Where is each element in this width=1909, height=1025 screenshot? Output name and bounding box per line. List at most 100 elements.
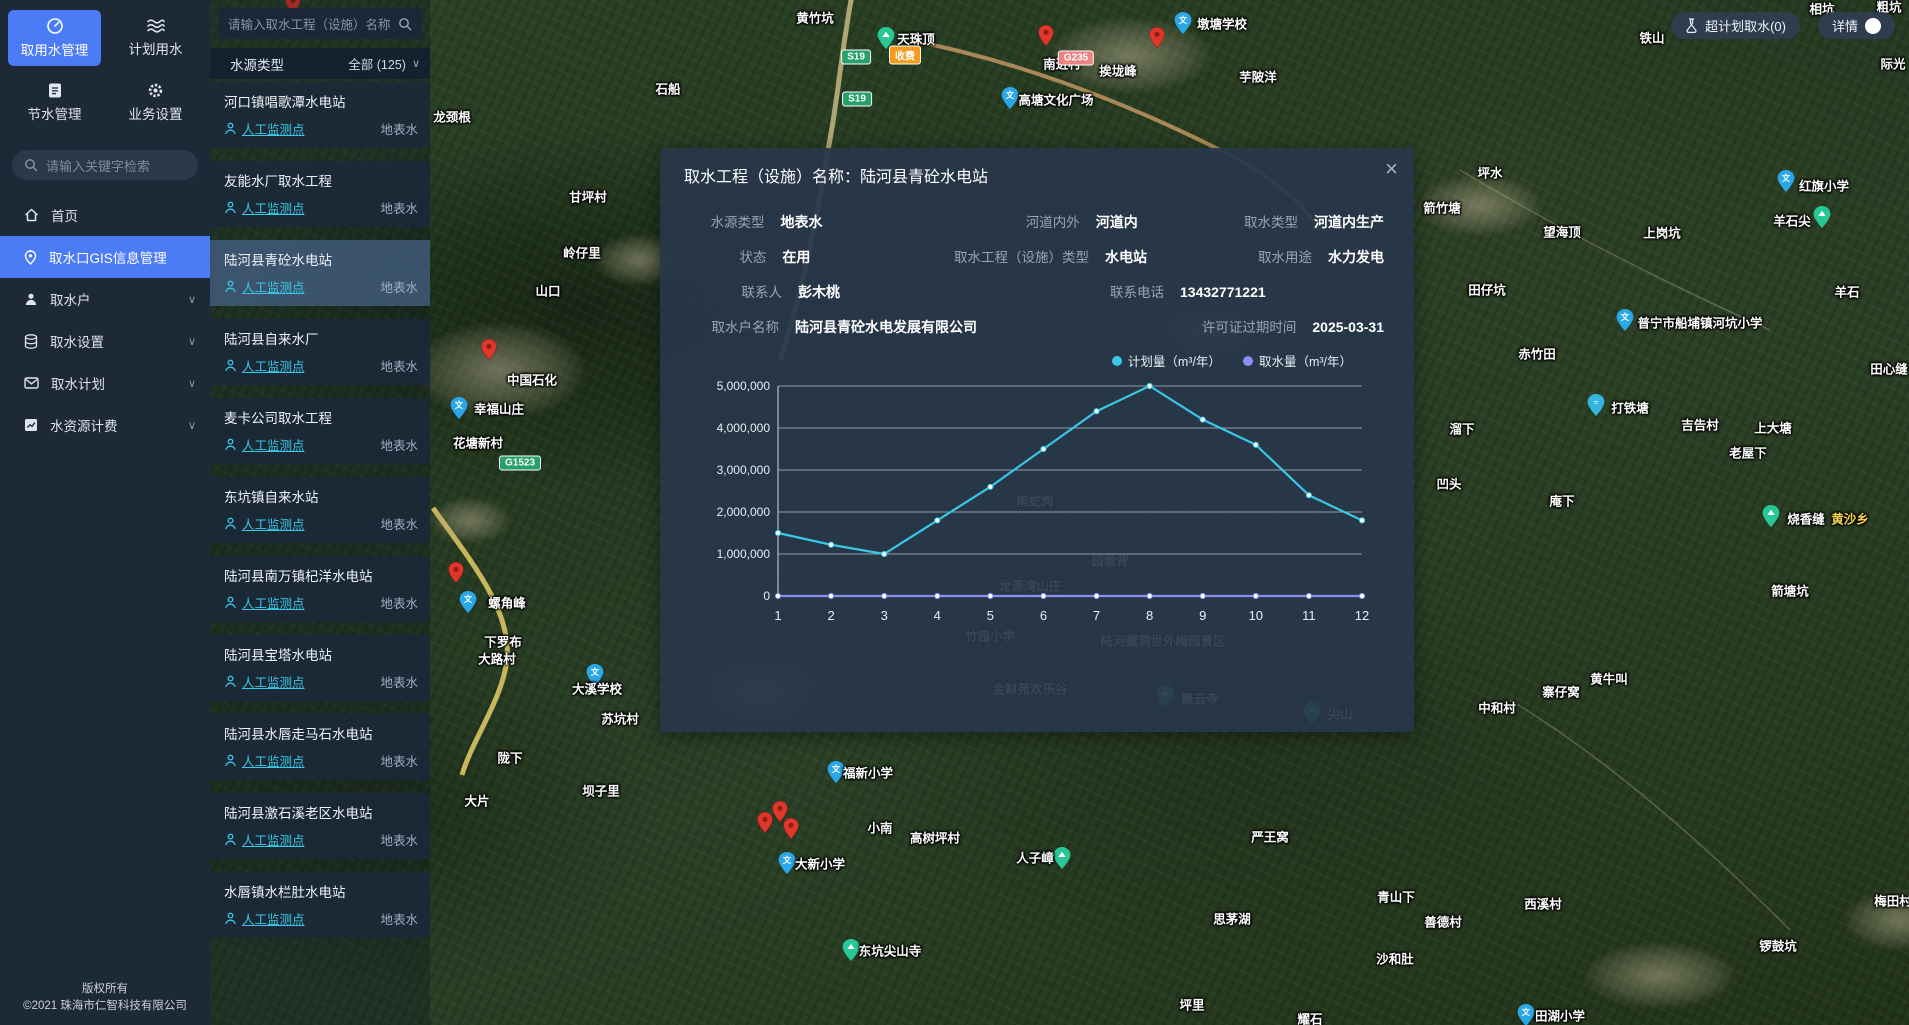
map-pin-mount[interactable] <box>843 939 860 966</box>
sidebar-item-5[interactable]: 取水计划∨ <box>0 362 210 404</box>
map-label: 螺角峰 <box>488 593 526 612</box>
map-pin-school[interactable]: 文 <box>828 761 845 788</box>
map-pin-school[interactable]: 文 <box>1175 12 1192 39</box>
station-list-item[interactable]: 水唇镇水栏肚水电站人工监测点地表水 <box>210 872 430 938</box>
over-plan-alert-button[interactable]: 超计划取水(0) <box>1671 12 1800 39</box>
monitor-type-link[interactable]: 人工监测点 <box>224 198 305 217</box>
station-name: 水唇镇水栏肚水电站 <box>224 881 418 901</box>
water-source-type: 地表水 <box>380 514 418 533</box>
sidebar-item-2[interactable]: 取水口GIS信息管理 <box>0 236 210 278</box>
field-label: 取水户名称 <box>690 316 779 336</box>
close-icon[interactable]: × <box>1385 158 1398 180</box>
station-list-item[interactable]: 友能水厂取水工程人工监测点地表水 <box>210 161 430 227</box>
monitor-type-link[interactable]: 人工监测点 <box>224 909 305 928</box>
map-pin-mount[interactable] <box>1814 206 1831 233</box>
map-label: 严王窝 <box>1251 827 1289 846</box>
map-pin-mount[interactable] <box>1763 505 1780 532</box>
map-pin-school[interactable]: 文 <box>460 591 477 618</box>
monitor-type-link[interactable]: 人工监测点 <box>224 277 305 296</box>
map-label: 龙颈根 <box>433 107 471 126</box>
svg-text:1,000,000: 1,000,000 <box>717 547 771 561</box>
topbar-controls: 超计划取水(0) 详情 <box>1671 12 1895 39</box>
monitor-type-link[interactable]: 人工监测点 <box>224 119 305 138</box>
station-list-item[interactable]: 陆河县宝塔水电站人工监测点地表水 <box>210 635 430 701</box>
toggle-knob[interactable] <box>1865 18 1881 34</box>
map-pin-school[interactable]: 文 <box>1518 1004 1535 1025</box>
map-pin-school[interactable]: 文 <box>451 397 468 424</box>
map-pin-mount[interactable] <box>1054 847 1071 874</box>
sidebar-item-6[interactable]: 水资源计费∨ <box>0 404 210 446</box>
map-pin-school[interactable]: 文 <box>779 852 796 879</box>
monitor-type-link[interactable]: 人工监测点 <box>224 593 305 612</box>
source-type-filter[interactable]: 水源类型 全部 (125) ∨ <box>210 48 430 79</box>
volume-line-chart: 01,000,0002,000,0003,000,0004,000,0005,0… <box>692 374 1382 632</box>
map-pin-red[interactable] <box>449 562 464 588</box>
water-source-type: 地表水 <box>380 593 418 612</box>
station-search-input[interactable]: 请输入取水工程（设施）名称 <box>218 8 422 39</box>
map-pin-red[interactable] <box>1039 25 1054 51</box>
station-list-item[interactable]: 麦卡公司取水工程人工监测点地表水 <box>210 398 430 464</box>
map-label: 福新小学 <box>843 763 893 782</box>
map-pin-red[interactable] <box>1150 27 1165 53</box>
legend-label: 取水量（m³/年） <box>1259 351 1352 370</box>
legend-item[interactable]: 计划量（m³/年） <box>1112 351 1221 370</box>
station-list-item[interactable]: 河口镇唱歌潭水电站人工监测点地表水 <box>210 82 430 148</box>
sidebar: 取用水管理计划用水节水管理业务设置 请输入关键字检索 首页取水口GIS信息管理取… <box>0 0 210 1025</box>
module-tile-2[interactable]: 计划用水 <box>109 10 202 66</box>
map-pin-red[interactable] <box>482 339 497 365</box>
module-tiles: 取用水管理计划用水节水管理业务设置 <box>0 0 210 134</box>
field-label: 取水用途 <box>1237 246 1312 266</box>
station-name: 陆河县南万镇杞洋水电站 <box>224 565 418 585</box>
doc-icon <box>47 82 63 99</box>
sidebar-item-1[interactable]: 首页 <box>0 194 210 236</box>
map-label: 田心缝 <box>1870 359 1908 378</box>
module-tile-4[interactable]: 业务设置 <box>109 74 202 130</box>
sidebar-item-label: 首页 <box>51 205 78 225</box>
monitor-type-link[interactable]: 人工监测点 <box>224 830 305 849</box>
station-list-item[interactable]: 陆河县水唇走马石水电站人工监测点地表水 <box>210 714 430 780</box>
monitor-type-link[interactable]: 人工监测点 <box>224 672 305 691</box>
module-tile-1[interactable]: 取用水管理 <box>8 10 101 66</box>
map-label: 坪水 <box>1477 163 1502 182</box>
map-pin-school[interactable]: 文 <box>1002 87 1019 114</box>
station-name: 友能水厂取水工程 <box>224 170 418 190</box>
svg-text:4,000,000: 4,000,000 <box>717 421 771 435</box>
map-label: 大溪学校 <box>572 679 622 698</box>
station-list-item[interactable]: 东坑镇自来水站人工监测点地表水 <box>210 477 430 543</box>
map-label: 青山下 <box>1377 887 1415 906</box>
monitor-type-link[interactable]: 人工监测点 <box>224 751 305 770</box>
station-list-item[interactable]: 陆河县激石溪老区水电站人工监测点地表水 <box>210 793 430 859</box>
copyright-line1: 版权所有 <box>0 981 210 998</box>
station-list-item[interactable]: 陆河县青砼水电站人工监测点地表水 <box>210 240 430 306</box>
map-label: 铁山 <box>1639 28 1664 47</box>
monitor-type-link[interactable]: 人工监测点 <box>224 514 305 533</box>
sidebar-item-3[interactable]: 取水户∨ <box>0 278 210 320</box>
field-value: 陆河县青砼水电发展有限公司 <box>795 317 1135 337</box>
monitor-type-link[interactable]: 人工监测点 <box>224 356 305 375</box>
station-name: 麦卡公司取水工程 <box>224 407 418 427</box>
legend-item[interactable]: 取水量（m³/年） <box>1243 351 1352 370</box>
monitor-type-link[interactable]: 人工监测点 <box>224 435 305 454</box>
map-pin-water[interactable]: ≈ <box>1588 394 1605 421</box>
detail-toggle[interactable]: 详情 <box>1818 12 1895 39</box>
sidebar-item-4[interactable]: 取水设置∨ <box>0 320 210 362</box>
station-list-item[interactable]: 陆河县南万镇杞洋水电站人工监测点 地表水 <box>210 556 430 622</box>
map-label: 下罗布 <box>484 632 522 651</box>
mail-icon <box>24 377 39 389</box>
person-icon <box>224 912 237 925</box>
map-pin-school[interactable]: 文 <box>1617 309 1634 336</box>
module-tile-3[interactable]: 节水管理 <box>8 74 101 130</box>
search-icon <box>24 158 38 172</box>
map-pin-red[interactable] <box>784 818 799 844</box>
chevron-down-icon: ∨ <box>188 419 196 432</box>
station-list-item[interactable]: 陆河县自来水厂人工监测点地表水 <box>210 319 430 385</box>
svg-text:文: 文 <box>1006 90 1015 100</box>
field-label: 状态 <box>690 246 766 266</box>
map-label: 烧香缝 <box>1787 509 1825 528</box>
map-pin-school[interactable]: 文 <box>1778 170 1795 197</box>
map-pin-red[interactable] <box>758 812 773 838</box>
sidebar-search-input[interactable]: 请输入关键字检索 <box>12 150 198 180</box>
svg-text:10: 10 <box>1249 608 1263 623</box>
map-label: 打铁塘 <box>1611 398 1649 417</box>
station-name: 陆河县青砼水电站 <box>224 249 418 269</box>
